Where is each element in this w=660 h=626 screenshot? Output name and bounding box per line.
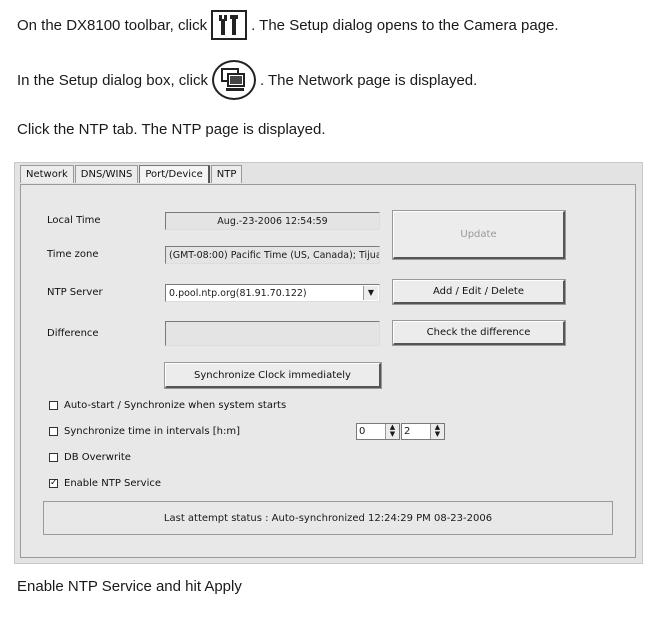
instruction-step-1-after: . The Setup dialog opens to the Camera p… [251, 16, 559, 34]
autostart-checkbox[interactable] [49, 401, 58, 410]
status-box: Last attempt status : Auto-synchronized … [43, 501, 613, 535]
tab-network[interactable]: Network [20, 165, 74, 183]
update-button[interactable]: Update [392, 210, 566, 260]
sync-interval-checkbox[interactable] [49, 427, 58, 436]
add-edit-delete-button[interactable]: Add / Edit / Delete [392, 279, 566, 305]
autostart-label: Auto-start / Synchronize when system sta… [64, 400, 287, 411]
instruction-step-2-after: . The Network page is displayed. [259, 71, 478, 89]
spinner-arrows-icon[interactable]: ▲ ▼ [430, 424, 444, 439]
sync-interval-label: Synchronize time in intervals [h:m] [64, 426, 240, 437]
spinner-arrows-icon[interactable]: ▲ ▼ [385, 424, 399, 439]
footer-instruction-text: Enable NTP Service and hit Apply [17, 578, 242, 595]
local-time-field: Aug.-23-2006 12:54:59 [165, 212, 380, 230]
tools-icon[interactable] [211, 10, 248, 40]
interval-minutes-spinner[interactable]: 2 ▲ ▼ [401, 423, 445, 440]
enable-ntp-checkbox[interactable]: ✓ [49, 479, 58, 488]
chevron-down-icon[interactable]: ▼ [363, 286, 378, 300]
check-difference-button[interactable]: Check the difference [392, 320, 566, 346]
instruction-step-2: In the Setup dialog box, click . The Net… [17, 60, 477, 100]
interval-hours-spinner[interactable]: 0 ▲ ▼ [356, 423, 400, 440]
difference-field [165, 321, 380, 346]
footer-instruction: Enable NTP Service and hit Apply [17, 578, 242, 595]
interval-minutes-value: 2 [404, 426, 411, 437]
time-zone-label: Time zone [47, 249, 99, 260]
tab-ntp[interactable]: NTP [210, 165, 243, 183]
checkmark-icon: ✓ [50, 478, 58, 488]
ntp-server-label: NTP Server [47, 287, 103, 298]
ntp-panel: Local Time Aug.-23-2006 12:54:59 Time zo… [20, 184, 636, 558]
synchronize-clock-button[interactable]: Synchronize Clock immediately [164, 362, 382, 389]
tab-dns-wins[interactable]: DNS/WINS [74, 165, 139, 183]
instruction-step-3-text: Click the NTP tab. The NTP page is displ… [17, 121, 326, 138]
network-computer-icon[interactable] [211, 60, 256, 100]
enable-ntp-label: Enable NTP Service [64, 478, 161, 489]
instruction-step-3: Click the NTP tab. The NTP page is displ… [17, 121, 326, 138]
ntp-server-select[interactable]: 0.pool.ntp.org(81.91.70.122) ▼ [165, 284, 380, 302]
time-zone-field: (GMT-08:00) Pacific Time (US, Canada); T… [165, 246, 380, 264]
instruction-step-1: On the DX8100 toolbar, click . The Setup… [17, 10, 559, 40]
db-overwrite-label: DB Overwrite [64, 452, 131, 463]
tab-bar: Network DNS/WINS Port/Device NTP [20, 165, 243, 183]
interval-hours-value: 0 [359, 426, 366, 437]
ntp-settings-dialog: Network DNS/WINS Port/Device NTP Local T… [14, 162, 643, 564]
instruction-step-2-before: In the Setup dialog box, click [17, 71, 208, 89]
ntp-server-value: 0.pool.ntp.org(81.91.70.122) [169, 288, 307, 299]
instruction-step-1-before: On the DX8100 toolbar, click [17, 16, 208, 34]
tab-port-device[interactable]: Port/Device [139, 165, 210, 183]
status-text: Last attempt status : Auto-synchronized … [163, 512, 493, 524]
local-time-label: Local Time [47, 215, 101, 226]
difference-label: Difference [47, 328, 99, 339]
db-overwrite-checkbox[interactable] [49, 453, 58, 462]
